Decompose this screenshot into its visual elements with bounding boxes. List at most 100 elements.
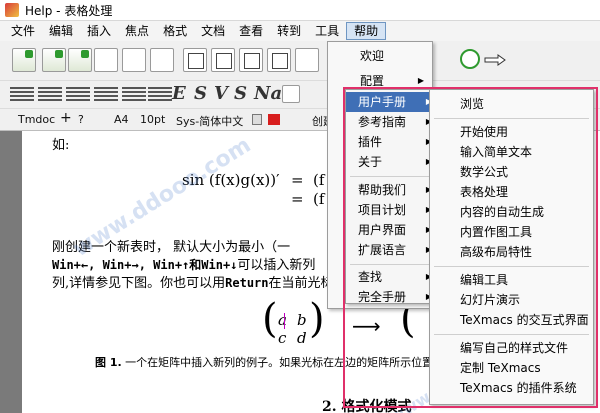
menu-separator bbox=[434, 118, 589, 119]
page-margin bbox=[0, 131, 22, 413]
user-manual-submenu: 浏览 开始使用 输入简单文本 数学公式 表格处理 内容的自动生成 内置作图工具 … bbox=[429, 89, 594, 405]
formula-equals-1: = bbox=[291, 171, 304, 189]
manual-plugin-system[interactable]: TeXmacs 的插件系统 bbox=[430, 378, 593, 398]
manual-tables[interactable]: 表格处理 bbox=[430, 182, 593, 202]
help-submenu: 用户手册 ▶ 参考指南 ▶ 插件 ▶ 关于 ▶ 帮助我们 ▶ 项目计划 ▶ 用户… bbox=[345, 89, 441, 304]
menu-file[interactable]: 文件 bbox=[4, 22, 42, 40]
build-tool-icon[interactable] bbox=[94, 48, 118, 72]
menu-bar: 文件 编辑 插入 焦点 格式 文档 查看 转到 工具 帮助 bbox=[0, 21, 600, 41]
strong-button[interactable]: S bbox=[194, 83, 207, 104]
caption-text: 一个在矩阵中插入新列的例子。如果光标在左边的矩阵所示位置 bbox=[125, 356, 434, 369]
menu-view[interactable]: 查看 bbox=[232, 22, 270, 40]
align-right-icon[interactable] bbox=[66, 87, 90, 103]
manual-math[interactable]: 数学公式 bbox=[430, 162, 593, 182]
matrix-cell-a: a bbox=[278, 311, 287, 329]
help-question-icon[interactable]: ? bbox=[78, 113, 84, 126]
section-heading: 2. 格式化模式 bbox=[322, 399, 412, 413]
manual-browse[interactable]: 浏览 bbox=[430, 94, 593, 114]
export-icon[interactable] bbox=[150, 48, 174, 72]
manual-editing-tools[interactable]: 编辑工具 bbox=[430, 270, 593, 290]
window-title: Help - 表格处理 bbox=[25, 3, 113, 18]
manual-auto-content[interactable]: 内容的自动生成 bbox=[430, 202, 593, 222]
manual-slides[interactable]: 幻灯片演示 bbox=[430, 290, 593, 310]
language-flag-icon[interactable] bbox=[268, 114, 280, 125]
help-menu-config[interactable]: 配置 ▶ bbox=[328, 71, 432, 91]
manual-advanced-layout[interactable]: 高级布局特性 bbox=[430, 242, 593, 262]
menu-plugins[interactable]: 插件 ▶ bbox=[346, 132, 440, 152]
list-icon[interactable] bbox=[148, 87, 172, 103]
new-document-icon[interactable] bbox=[12, 48, 36, 72]
emphasis-button[interactable]: E bbox=[172, 83, 186, 104]
menu-go[interactable]: 转到 bbox=[270, 22, 308, 40]
pointer-hand-icon[interactable] bbox=[484, 49, 506, 69]
menu-project-plan[interactable]: 项目计划 ▶ bbox=[346, 200, 440, 220]
figure-caption: 图 1. 一个在矩阵中插入新列的例子。如果光标在左边的矩阵所示位置 bbox=[95, 354, 433, 370]
menu-about[interactable]: 关于 ▶ bbox=[346, 152, 440, 172]
title-bar: Help - 表格处理 bbox=[0, 0, 600, 21]
manual-style-files[interactable]: 编写自己的样式文件 bbox=[430, 338, 593, 358]
matrix-cell-d: d bbox=[297, 329, 307, 347]
main-toolbar bbox=[0, 41, 600, 81]
sample-button[interactable]: S bbox=[234, 83, 247, 104]
copy-icon[interactable] bbox=[183, 48, 207, 72]
manual-interactive-interface[interactable]: TeXmacs 的交互式界面 bbox=[430, 310, 593, 330]
menu-focus[interactable]: 焦点 bbox=[118, 22, 156, 40]
menu-user-manual[interactable]: 用户手册 ▶ bbox=[346, 92, 440, 112]
menu-search[interactable]: 查找 ▶ bbox=[346, 267, 440, 287]
matrix-cell-c: c bbox=[278, 329, 287, 347]
verbatim-button[interactable]: V bbox=[214, 83, 228, 104]
doc-paragraph-line-2: Win+←, Win+→, Win+↑和Win+↓可以插入新列 bbox=[52, 254, 315, 273]
align-center-icon[interactable] bbox=[38, 87, 62, 103]
eraser-icon[interactable] bbox=[282, 85, 300, 103]
document-style-selector[interactable]: Tmdoc bbox=[18, 113, 55, 126]
find-icon[interactable] bbox=[295, 48, 319, 72]
menu-extension-language[interactable]: 扩展语言 ▶ bbox=[346, 240, 440, 260]
manual-simple-text[interactable]: 输入简单文本 bbox=[430, 142, 593, 162]
manual-getting-started[interactable]: 开始使用 bbox=[430, 122, 593, 142]
font-selector[interactable]: Sys-简体中文 bbox=[176, 113, 243, 129]
formula-right-1: (f bbox=[313, 171, 325, 189]
indent-icon[interactable] bbox=[122, 87, 146, 103]
name-button[interactable]: Na bbox=[254, 83, 282, 104]
menu-user-interface[interactable]: 用户界面 ▶ bbox=[346, 220, 440, 240]
paragraph-text: 可以插入新列 bbox=[237, 258, 316, 273]
matrix-cell-b: b bbox=[297, 311, 307, 329]
cut-icon[interactable] bbox=[211, 48, 235, 72]
menu-document[interactable]: 文档 bbox=[194, 22, 232, 40]
add-package-icon[interactable]: + bbox=[60, 110, 72, 126]
justify-icon[interactable] bbox=[94, 87, 118, 103]
menu-help-us[interactable]: 帮助我们 ▶ bbox=[346, 180, 440, 200]
formula-equals-2: = bbox=[291, 190, 304, 208]
font-size-selector[interactable]: 10pt bbox=[140, 113, 165, 126]
menu-full-manual[interactable]: 完全手册 ▶ bbox=[346, 287, 440, 307]
manual-drawing-tools[interactable]: 内置作图工具 bbox=[430, 222, 593, 242]
menu-help[interactable]: 帮助 bbox=[346, 22, 387, 40]
matrix-right-paren: ) bbox=[309, 296, 325, 342]
duplicate-icon[interactable] bbox=[267, 48, 291, 72]
print-icon[interactable] bbox=[122, 48, 146, 72]
menu-separator bbox=[350, 264, 436, 265]
manual-customize[interactable]: 定制 TeXmacs bbox=[430, 358, 593, 378]
paper-size-selector[interactable]: A4 bbox=[114, 113, 129, 126]
color-box-icon[interactable] bbox=[252, 114, 262, 125]
paragraph-text-b: 在当前光标 bbox=[268, 276, 334, 291]
paste-icon[interactable] bbox=[239, 48, 263, 72]
help-menu-welcome[interactable]: 欢迎 bbox=[328, 46, 432, 66]
save-document-icon[interactable] bbox=[68, 48, 92, 72]
app-icon bbox=[5, 3, 19, 17]
text-cursor bbox=[284, 313, 285, 329]
caption-label: 图 1. bbox=[95, 356, 122, 369]
align-left-icon[interactable] bbox=[10, 87, 34, 103]
matrix-left-paren: ( bbox=[262, 296, 278, 342]
paragraph-text-a: 列,详情参见下图。你也可以用 bbox=[52, 276, 226, 291]
refresh-icon[interactable] bbox=[460, 49, 480, 69]
menu-reference-guide[interactable]: 参考指南 ▶ bbox=[346, 112, 440, 132]
doc-paragraph-line-1: 刚创建一个新表时， 默认大小为最小（一 bbox=[52, 240, 291, 255]
menu-format[interactable]: 格式 bbox=[156, 22, 194, 40]
menu-tools[interactable]: 工具 bbox=[308, 22, 346, 40]
menu-insert[interactable]: 插入 bbox=[80, 22, 118, 40]
open-document-icon[interactable] bbox=[42, 48, 66, 72]
redo-icon[interactable] bbox=[436, 49, 456, 69]
doc-paragraph-line-3: 列,详情参见下图。你也可以用Return在当前光标 bbox=[52, 272, 334, 291]
menu-edit[interactable]: 编辑 bbox=[42, 22, 80, 40]
